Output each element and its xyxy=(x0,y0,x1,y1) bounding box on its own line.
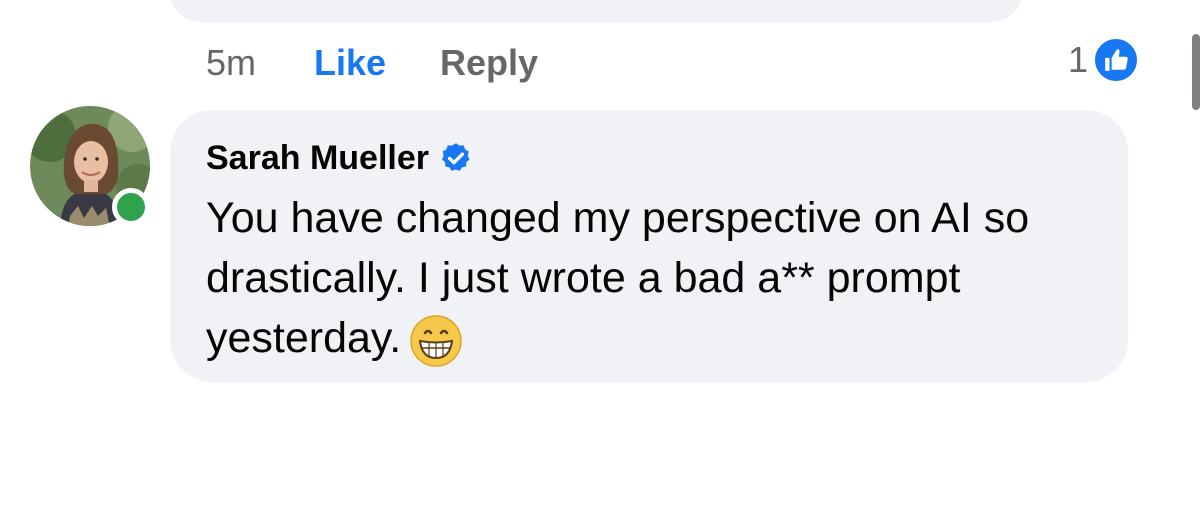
reaction-count: 1 xyxy=(1068,39,1089,80)
comment-text-block: You have changed my perspective on AI so… xyxy=(206,188,1106,368)
grinning-face-emoji-icon xyxy=(409,314,463,368)
like-icon xyxy=(1092,36,1141,84)
comment-author-row: Sarah Mueller xyxy=(206,136,473,180)
comment-text: You have changed my perspective on AI so… xyxy=(206,194,1030,362)
author-name[interactable]: Sarah Mueller xyxy=(206,139,429,178)
scrollbar[interactable] xyxy=(1192,34,1200,110)
reaction-summary[interactable]: 1 xyxy=(1068,36,1141,84)
online-status-indicator xyxy=(112,188,150,226)
comment-timestamp[interactable]: 5m xyxy=(206,42,314,84)
previous-comment-bubble xyxy=(170,0,1022,22)
previous-comment-actions: 5m Like Reply xyxy=(206,42,538,84)
like-button[interactable]: Like xyxy=(314,42,440,84)
reply-button[interactable]: Reply xyxy=(440,42,538,84)
verified-badge-icon xyxy=(439,141,473,175)
